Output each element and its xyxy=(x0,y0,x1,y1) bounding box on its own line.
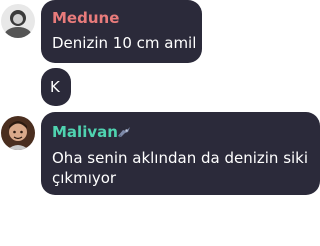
user-avatar-photo-icon xyxy=(1,4,35,38)
message-text: K xyxy=(50,78,60,96)
avatar-medune[interactable] xyxy=(1,4,35,38)
avatar-malivan[interactable] xyxy=(1,116,35,150)
chat-thread: Medune Denizin 10 cm amil K Malivan Oha … xyxy=(0,0,320,246)
message-text: Oha senin aklından da denizin siki çıkmı… xyxy=(52,149,309,187)
message-text: Denizin 10 cm amil xyxy=(52,34,197,52)
message-bubble-2[interactable]: K xyxy=(41,68,71,106)
sender-name[interactable]: Malivan xyxy=(52,123,118,141)
spaceship-icon xyxy=(118,127,130,138)
message-bubble-3[interactable]: Malivan Oha senin aklından da denizin si… xyxy=(41,112,320,195)
user-avatar-photo-icon xyxy=(1,116,35,150)
sender-name[interactable]: Medune xyxy=(52,9,119,27)
message-bubble-1[interactable]: Medune Denizin 10 cm amil xyxy=(41,0,202,63)
